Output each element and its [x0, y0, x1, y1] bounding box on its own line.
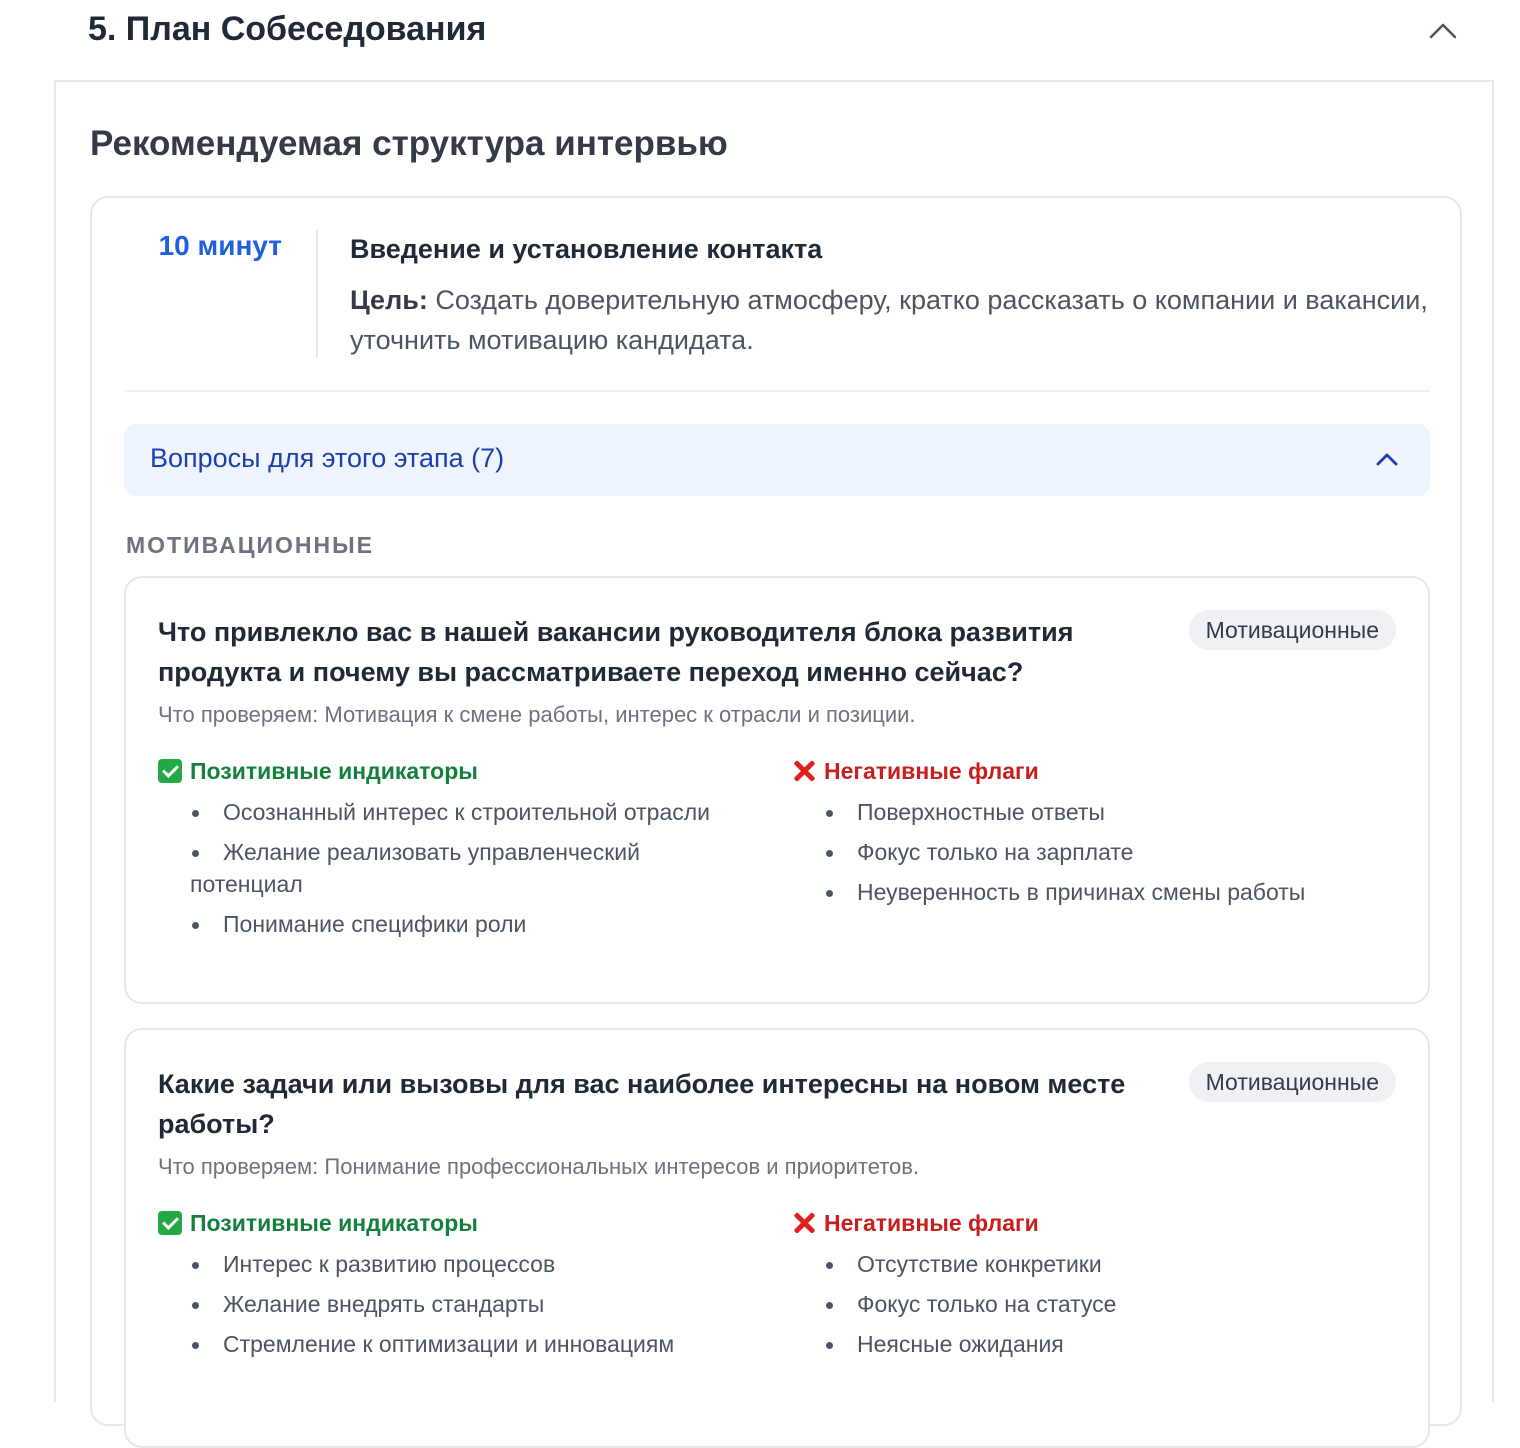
stage-divider — [316, 230, 318, 358]
positive-indicators: Позитивные индикаторы Осознанный интерес… — [158, 756, 738, 948]
questions-toggle[interactable]: Вопросы для этого этапа (7) — [124, 424, 1430, 496]
chevron-up-icon[interactable] — [1374, 446, 1400, 472]
list-item: Желание реализовать управленческий потен… — [158, 836, 738, 900]
interview-plan-panel: Рекомендуемая структура интервью 10 мину… — [54, 82, 1494, 1448]
list-item: Неуверенность в причинах смены работы — [792, 876, 1372, 908]
positive-indicators: Позитивные индикаторы Интерес к развитию… — [158, 1208, 738, 1368]
negative-list: Отсутствие конкретики Фокус только на ст… — [792, 1248, 1372, 1360]
negative-heading-label: Негативные флаги — [824, 1210, 1039, 1236]
negative-flags: Негативные флаги Отсутствие конкретики Ф… — [792, 1208, 1372, 1368]
list-item: Желание внедрять стандарты — [158, 1288, 738, 1320]
stage-time: 10 минут — [158, 230, 282, 261]
question-card: Что привлекло вас в нашей вакансии руков… — [124, 576, 1430, 1004]
negative-flags: Негативные флаги Поверхностные ответы Фо… — [792, 756, 1372, 916]
question-text: Какие задачи или вызовы для вас наиболее… — [158, 1069, 1126, 1139]
stage-name: Введение и установление контакта — [350, 234, 823, 264]
check-value: Понимание профессиональных интересов и п… — [318, 1154, 920, 1179]
positive-heading-label: Позитивные индикаторы — [190, 1210, 478, 1236]
stage-goal: Цель: Создать доверительную атмосферу, к… — [350, 280, 1430, 360]
cross-mark-icon — [792, 1211, 816, 1235]
chevron-up-icon[interactable] — [1428, 16, 1458, 46]
question-check: Что проверяем: Понимание профессиональны… — [158, 1154, 919, 1180]
list-item: Фокус только на зарплате — [792, 836, 1372, 868]
category-heading: МОТИВАЦИОННЫЕ — [126, 532, 375, 558]
negative-heading-label: Негативные флаги — [824, 758, 1039, 784]
stage-goal-text: Создать доверительную атмосферу, кратко … — [350, 285, 1428, 355]
list-item: Осознанный интерес к строительной отрасл… — [158, 796, 738, 828]
list-item: Фокус только на статусе — [792, 1288, 1372, 1320]
list-item: Отсутствие конкретики — [792, 1248, 1372, 1280]
positive-list: Осознанный интерес к строительной отрасл… — [158, 796, 738, 940]
negative-heading: Негативные флаги — [792, 1208, 1372, 1238]
questions-toggle-label: Вопросы для этого этапа (7) — [150, 443, 505, 473]
list-item: Понимание специфики роли — [158, 908, 738, 940]
positive-heading: Позитивные индикаторы — [158, 756, 738, 786]
question-check: Что проверяем: Мотивация к смене работы,… — [158, 702, 916, 728]
negative-list: Поверхностные ответы Фокус только на зар… — [792, 796, 1372, 908]
panel-title: Рекомендуемая структура интервью — [90, 124, 728, 163]
check-mark-icon — [158, 1211, 182, 1235]
negative-heading: Негативные флаги — [792, 756, 1372, 786]
check-value: Мотивация к смене работы, интерес к отра… — [318, 702, 916, 727]
question-tag: Мотивационные — [1188, 1062, 1396, 1102]
question-tag: Мотивационные — [1188, 610, 1396, 650]
list-item: Интерес к развитию процессов — [158, 1248, 738, 1280]
section-header[interactable]: 5. План Собеседования — [54, 0, 1494, 82]
cross-mark-icon — [792, 759, 816, 783]
divider — [124, 390, 1430, 392]
check-label: Что проверяем: — [158, 1154, 319, 1179]
question-card: Какие задачи или вызовы для вас наиболее… — [124, 1028, 1430, 1448]
list-item: Неясные ожидания — [792, 1328, 1372, 1360]
question-text: Что привлекло вас в нашей вакансии руков… — [158, 617, 1074, 687]
check-mark-icon — [158, 759, 182, 783]
list-item: Поверхностные ответы — [792, 796, 1372, 828]
check-label: Что проверяем: — [158, 702, 319, 727]
positive-heading-label: Позитивные индикаторы — [190, 758, 478, 784]
positive-list: Интерес к развитию процессов Желание вне… — [158, 1248, 738, 1360]
stage-card: 10 минут Введение и установление контакт… — [90, 196, 1462, 1448]
stage-goal-label: Цель: — [350, 285, 428, 315]
list-item: Стремление к оптимизации и инновациям — [158, 1328, 738, 1360]
section-title: 5. План Собеседования — [88, 10, 487, 48]
positive-heading: Позитивные индикаторы — [158, 1208, 738, 1238]
